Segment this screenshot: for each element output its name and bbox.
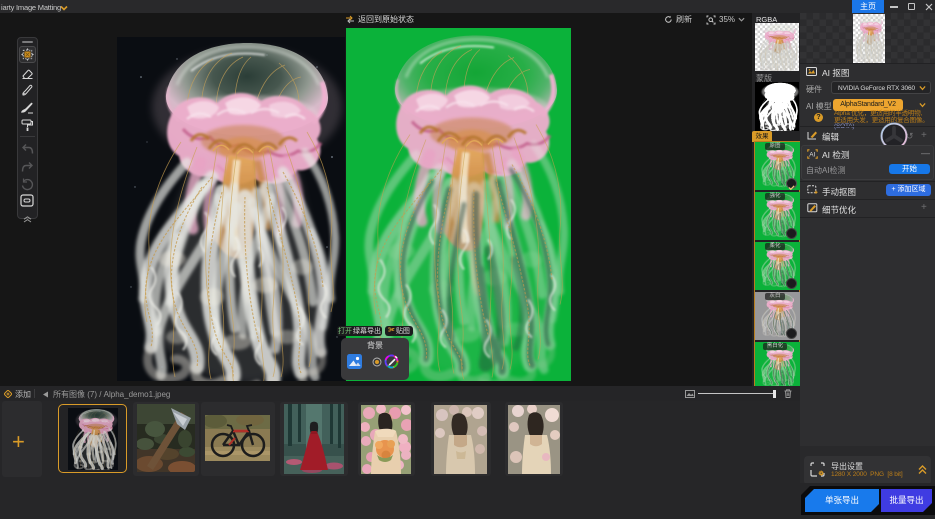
svg-text:AI: AI — [809, 151, 815, 158]
